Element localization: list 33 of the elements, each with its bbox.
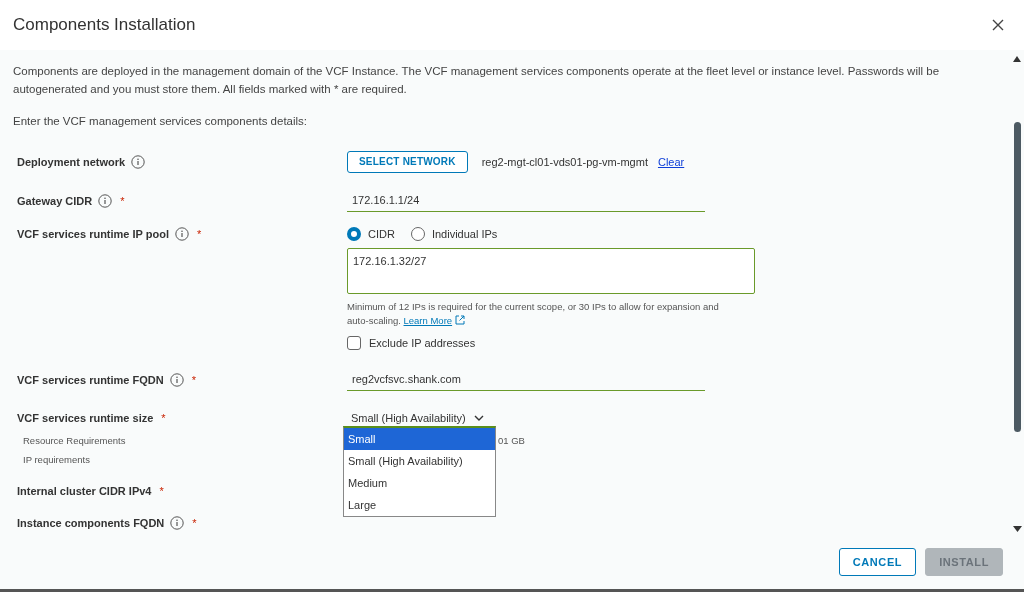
required-mark: * (191, 373, 196, 386)
field-label: VCF services runtime FQDN (17, 373, 164, 386)
detail-value: 01 GB (498, 435, 525, 446)
network-name: reg2-mgt-cl01-vds01-pg-vm-mgmt (481, 155, 648, 168)
radio-label: Individual IPs (431, 228, 498, 240)
intro-text: Components are deployed in the management domain of the VCF Instance. The VCF management services components operate at the fleet level or instance level. Passwords will be autogenerated and you must store them. All fields marked with * are required. (13, 64, 941, 97)
cancel-button[interactable]: CANCEL (838, 547, 917, 576)
required-mark: * (120, 194, 125, 207)
help-text: Minimum of 12 IPs is required for the current scope, or 30 IPs to allow for expansion and auto-scaling. Learn More (347, 300, 720, 328)
field-label: Instance components FQDN (17, 517, 165, 529)
ip-pool-field[interactable]: 172.16.1.32/27 (347, 248, 755, 294)
clear-link[interactable]: Clear (657, 155, 685, 168)
input-field[interactable]: 172.16.1.1/24 (347, 189, 705, 212)
learn-more-link[interactable]: Learn More (403, 315, 453, 326)
required-mark: * (161, 412, 166, 424)
field-label: Gateway CIDR (17, 194, 93, 207)
field-label: VCF services runtime size (17, 412, 154, 424)
detail-label: IP requirements (23, 454, 91, 465)
field-label: Deployment network (17, 155, 126, 168)
detail-label: Resource Requirements (23, 435, 127, 446)
dialog-title: Components Installation (13, 15, 196, 35)
select-network-button[interactable]: SELECT NETWORK (347, 150, 468, 173)
checkbox-label: Exclude IP addresses (369, 337, 476, 349)
size-select[interactable]: Small (High Availability) (347, 412, 488, 424)
field-label: Internal cluster CIDR IPv4 (17, 485, 152, 497)
intro-text: Enter the VCF management services components details: (13, 114, 309, 129)
radio-label: CIDR (368, 228, 395, 240)
required-mark: * (197, 228, 202, 240)
input-field[interactable]: reg2vcfsvc.shank.com (347, 368, 705, 391)
menu-item[interactable]: Small (344, 428, 495, 450)
field-label: VCF services runtime IP pool (17, 228, 169, 240)
required-mark: * (192, 517, 197, 529)
required-mark: * (159, 485, 164, 497)
